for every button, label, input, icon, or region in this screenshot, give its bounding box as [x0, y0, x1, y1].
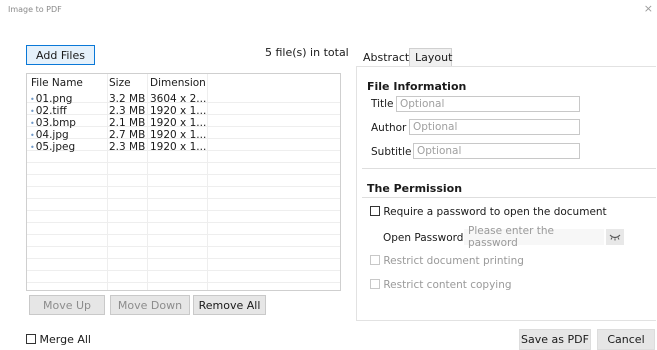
file-name-cell: •05.jpeg: [30, 141, 76, 153]
author-input[interactable]: Optional: [409, 119, 580, 135]
author-label: Author: [371, 122, 407, 134]
file-name-cell: •02.tiff: [30, 105, 67, 117]
title-input[interactable]: Optional: [396, 96, 580, 112]
save-as-pdf-button[interactable]: Save as PDF: [519, 329, 591, 350]
file-dimension-cell: 1920 x 1...: [150, 117, 206, 129]
cancel-button[interactable]: Cancel: [597, 329, 655, 350]
section-divider: [362, 197, 656, 198]
subtitle-label: Subtitle: [371, 146, 412, 158]
file-dot-icon: •: [30, 143, 35, 152]
column-header-file-name[interactable]: File Name: [31, 77, 83, 89]
move-up-button[interactable]: Move Up: [29, 295, 105, 315]
title-label: Title: [371, 98, 394, 110]
file-dimension-cell: 3604 x 2...: [150, 93, 206, 105]
checkbox-icon: [370, 255, 380, 265]
file-table[interactable]: File Name Size Dimension •01.png 3.2 MB 36…: [26, 73, 341, 291]
file-dimension-cell: 1920 x 1...: [150, 105, 206, 117]
checkbox-icon: [26, 334, 36, 344]
file-count: 5 file(s) in total: [265, 46, 349, 59]
file-size-cell: 2.3 MB: [109, 105, 146, 117]
add-files-button[interactable]: Add Files: [26, 45, 95, 65]
restrict-printing-checkbox[interactable]: Restrict document printing: [370, 255, 524, 267]
file-information-heading: File Information: [367, 80, 467, 93]
merge-all-label: Merge All: [39, 333, 91, 346]
subtitle-input[interactable]: Optional: [413, 143, 580, 159]
open-password-input[interactable]: Please enter the password: [464, 225, 604, 249]
checkbox-icon: [370, 279, 380, 289]
file-name-cell: •03.bmp: [30, 117, 76, 129]
column-divider: [207, 74, 208, 290]
grid-line: [27, 175, 340, 187]
file-dot-icon: •: [30, 131, 35, 140]
file-size-cell: 2.7 MB: [109, 129, 146, 141]
tab-layout[interactable]: Layout: [409, 48, 452, 66]
file-size-cell: 2.1 MB: [109, 117, 146, 129]
file-dimension-cell: 1920 x 1...: [150, 141, 206, 153]
column-header-size[interactable]: Size: [109, 77, 131, 89]
grid-line: [27, 271, 340, 283]
file-name-cell: •04.jpg: [30, 129, 69, 141]
column-header-dimension[interactable]: Dimension: [150, 77, 206, 89]
grid-line: [27, 211, 340, 223]
grid-line: [27, 163, 340, 175]
grid-line: [27, 247, 340, 259]
eye-hidden-icon[interactable]: [606, 229, 624, 245]
file-size-cell: 3.2 MB: [109, 93, 146, 105]
file-name-cell: •01.png: [30, 93, 73, 105]
column-divider: [107, 74, 108, 290]
restrict-printing-label: Restrict document printing: [383, 255, 524, 267]
file-dot-icon: •: [30, 107, 35, 116]
file-dot-icon: •: [30, 119, 35, 128]
window-title: Image to PDF: [8, 5, 62, 14]
require-password-label: Require a password to open the document: [383, 206, 607, 218]
remove-all-button[interactable]: Remove All: [193, 295, 266, 315]
permission-heading: The Permission: [367, 182, 463, 195]
grid-line: [27, 223, 340, 235]
tab-abstract[interactable]: Abstract: [357, 48, 409, 66]
close-icon[interactable]: ×: [644, 2, 653, 15]
restrict-copying-label: Restrict content copying: [383, 279, 512, 291]
file-dimension-cell: 1920 x 1...: [150, 129, 206, 141]
grid-line: [27, 235, 340, 247]
merge-all-checkbox[interactable]: Merge All: [26, 333, 91, 346]
column-divider: [147, 74, 148, 290]
restrict-copying-checkbox[interactable]: Restrict content copying: [370, 279, 512, 291]
move-down-button[interactable]: Move Down: [110, 295, 190, 315]
grid-line: [27, 187, 340, 199]
grid-line: [27, 199, 340, 211]
section-divider: [362, 168, 656, 169]
open-password-label: Open Password: [383, 232, 464, 244]
require-password-checkbox[interactable]: Require a password to open the document: [370, 206, 607, 218]
file-size-cell: 2.3 MB: [109, 141, 146, 153]
checkbox-icon: [370, 206, 380, 216]
file-dot-icon: •: [30, 95, 35, 104]
grid-line: [27, 259, 340, 271]
grid-line: [27, 283, 340, 290]
